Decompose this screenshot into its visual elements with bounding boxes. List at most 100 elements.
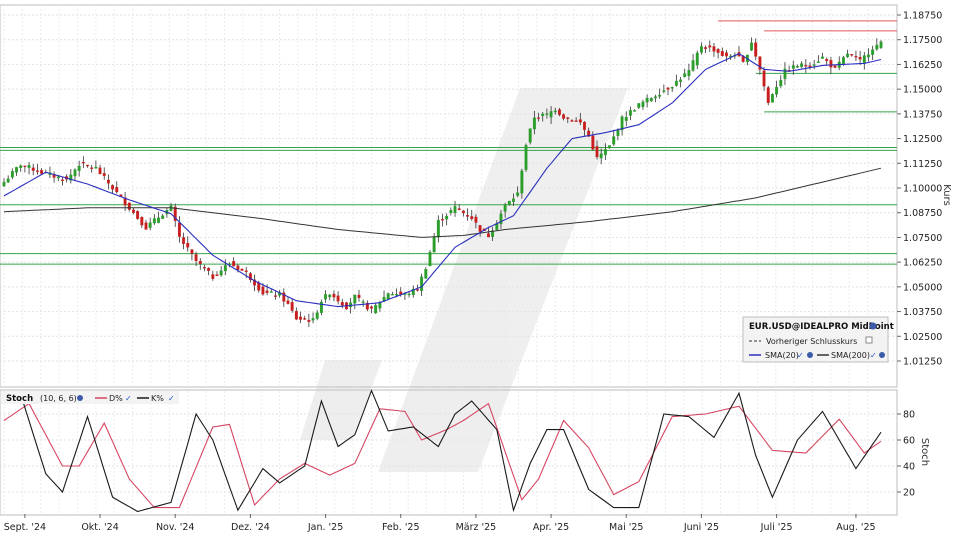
candle-body [115, 187, 119, 193]
candle-body [303, 318, 307, 320]
candle-body [361, 301, 365, 303]
candle-body [879, 41, 883, 48]
legend-sma200-check-icon[interactable]: ✓ [870, 351, 877, 360]
legend-sma20-gear-icon[interactable] [807, 352, 813, 358]
candle-body [336, 295, 340, 302]
candle-body [858, 56, 862, 60]
stock-chart: 1.18750 1.17500 1.16250 1.15000 1.13750 1.125… [0, 0, 960, 540]
legend-sma20-check-icon[interactable]: ✓ [797, 351, 804, 360]
stoch-gear-icon[interactable] [77, 395, 83, 401]
stoch-k-check-icon[interactable]: ✓ [168, 394, 175, 403]
legend-prev-close-checkbox[interactable] [865, 336, 873, 344]
candle-body [679, 79, 682, 82]
candle-body [725, 52, 728, 57]
candle-body [712, 46, 716, 52]
candle-body [674, 80, 678, 86]
candle-body [10, 171, 14, 178]
candle-body [190, 249, 194, 254]
candle-body [449, 210, 453, 214]
candle-body [821, 56, 824, 59]
candle-body [583, 121, 586, 130]
candle-body [6, 178, 10, 183]
time-tick-label: März '25 [456, 522, 497, 533]
candle-body [633, 110, 637, 112]
candle-body [557, 109, 561, 115]
candle-body [232, 261, 236, 267]
candle-body [875, 44, 879, 50]
candle-body [683, 73, 687, 77]
candle-body [658, 94, 662, 97]
price-tick-label: 1.10000 [903, 184, 942, 195]
candle-body [545, 113, 549, 115]
candle-body [386, 293, 390, 300]
candle-body [766, 87, 770, 103]
candle-body [461, 210, 465, 214]
candle-body [854, 56, 858, 58]
candle-body [127, 202, 131, 210]
stoch-tick-label: 80 [903, 410, 915, 421]
time-tick-label: Juli '25 [760, 522, 793, 533]
candle-body [624, 116, 628, 121]
time-tick-label: Nov. '24 [156, 522, 195, 533]
candle-body [603, 149, 607, 156]
candle-body [578, 119, 582, 123]
candle-body [353, 294, 357, 304]
legend: EUR.USD@IDEALPRO MidPoint Vorheriger Sch… [742, 316, 894, 363]
candle-body [478, 225, 482, 232]
price-tick-label: 1.01250 [903, 357, 942, 368]
candle-body [846, 53, 850, 58]
time-tick-label: Feb. '25 [382, 522, 420, 533]
stoch-d-check-icon[interactable]: ✓ [125, 394, 132, 403]
chart-root: 1.18750 1.17500 1.16250 1.15000 1.13750 1.125… [0, 0, 960, 540]
candle-body [641, 101, 645, 107]
candle-body [445, 215, 449, 220]
candle-body [286, 300, 290, 304]
candle-body [524, 145, 528, 170]
time-tick-label: Apr. '25 [533, 522, 569, 533]
candle-body [537, 117, 540, 119]
candle-body [299, 316, 302, 320]
candle-body [215, 274, 219, 277]
candle-body [666, 87, 670, 90]
candle-body [687, 70, 691, 77]
candle-body [236, 265, 240, 270]
legend-sma200-gear-icon[interactable] [879, 352, 885, 358]
candle-body [102, 173, 106, 176]
candle-body [750, 42, 753, 51]
time-tick-label: Dez. '24 [231, 522, 270, 533]
candle-body [486, 233, 490, 238]
candle-body [290, 302, 294, 311]
candle-body [182, 237, 186, 244]
candle-body [177, 222, 181, 237]
candle-body [628, 110, 632, 116]
candle-body [562, 114, 566, 119]
candle-body [148, 222, 152, 228]
stoch-params: (10, 6, 6) [40, 394, 77, 403]
candle-body [466, 215, 470, 217]
candle-body [19, 165, 23, 169]
candle-body [825, 59, 829, 62]
legend-gear-icon[interactable] [869, 322, 877, 330]
candle-body [140, 216, 144, 226]
price-tick-label: 1.13750 [903, 109, 942, 120]
legend-sma200: SMA(200) [831, 351, 870, 360]
candle-body [319, 301, 323, 313]
candle-body [528, 128, 532, 143]
candle-body [775, 87, 779, 95]
candle-body [2, 181, 6, 187]
price-tick-label: 1.08750 [903, 208, 942, 219]
candle-body [86, 164, 89, 167]
candle-body [211, 274, 215, 279]
candle-body [796, 66, 799, 68]
candle-body [662, 90, 666, 92]
candle-body [274, 295, 277, 297]
candle-body [194, 254, 198, 262]
candle-body [553, 110, 557, 113]
candle-body [56, 176, 60, 179]
candle-body [812, 64, 816, 66]
candle-body [453, 206, 457, 214]
candle-body [762, 70, 766, 87]
candle-body [720, 51, 724, 57]
candle-body [324, 294, 328, 300]
time-tick-label: Jan. '25 [307, 522, 343, 533]
